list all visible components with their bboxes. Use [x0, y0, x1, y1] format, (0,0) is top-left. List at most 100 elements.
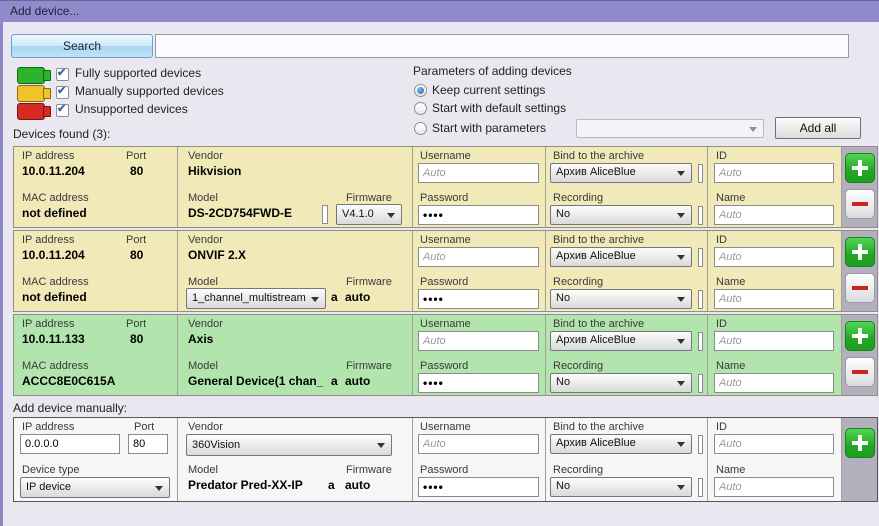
recording-value: No — [556, 480, 570, 492]
parameters-combobox[interactable] — [576, 119, 764, 138]
id-input[interactable] — [714, 163, 834, 183]
clipped-control — [698, 206, 703, 225]
vendor-combobox-value: 360Vision — [192, 439, 240, 451]
device-type-combobox[interactable]: IP device — [20, 477, 170, 498]
bind-archive-value: Архив AliceBlue — [556, 437, 636, 449]
column-vendor-model: Vendor 360Vision Model Firmware Predator… — [177, 418, 412, 501]
password-input[interactable] — [418, 477, 539, 497]
filter-checkbox-fully-supported[interactable]: ✔ — [56, 68, 69, 81]
port-label: Port — [126, 234, 146, 246]
id-input[interactable] — [714, 247, 834, 267]
radio-start-with-parameters[interactable] — [414, 122, 427, 135]
firmware-label: Firmware — [346, 192, 392, 204]
chevron-down-icon — [155, 486, 163, 491]
camera-icon-green — [17, 67, 45, 84]
model-combobox-value: 1_channel_multistream — [192, 292, 306, 304]
ip-address-label: IP address — [22, 234, 74, 246]
name-input[interactable] — [714, 289, 834, 309]
column-address: IP address Port 10.0.11.204 80 MAC addre… — [14, 231, 177, 311]
port-value: 80 — [130, 248, 143, 262]
recording-combobox[interactable]: No — [550, 289, 692, 309]
recording-combobox[interactable]: No — [550, 205, 692, 225]
camera-icon-yellow — [17, 85, 45, 102]
chevron-down-icon — [387, 213, 395, 218]
id-input[interactable] — [714, 331, 834, 351]
model-label: Model — [188, 360, 218, 372]
model-combobox[interactable]: 1_channel_multistream — [186, 288, 326, 309]
name-input[interactable] — [714, 373, 834, 393]
column-credentials: Username Password — [412, 418, 545, 501]
remove-device-button[interactable] — [845, 357, 875, 387]
username-input[interactable] — [418, 247, 539, 267]
ip-address-label: IP address — [22, 318, 74, 330]
id-label: ID — [716, 234, 727, 246]
column-vendor-model: Vendor Hikvision Model Firmware DS-2CD75… — [177, 147, 412, 227]
radio-start-default-settings[interactable] — [414, 102, 427, 115]
username-input[interactable] — [418, 331, 539, 351]
port-value: 80 — [130, 332, 143, 346]
add-all-button[interactable]: Add all — [775, 117, 861, 139]
column-vendor-model: Vendor ONVIF 2.X Model Firmware 1_channe… — [177, 231, 412, 311]
column-archive: Bind to the archive Архив AliceBlue Reco… — [545, 418, 707, 501]
column-identity: ID Name — [707, 231, 841, 311]
remove-device-button[interactable] — [845, 189, 875, 219]
firmware-combobox[interactable]: V4.1.0 — [336, 204, 402, 225]
add-device-button[interactable] — [845, 237, 875, 267]
search-button[interactable]: Search — [11, 34, 153, 58]
column-archive: Bind to the archive Архив AliceBlue Reco… — [545, 231, 707, 311]
filter-checkbox-manually-supported[interactable]: ✔ — [56, 86, 69, 99]
column-archive: Bind to the archive Архив AliceBlue Reco… — [545, 147, 707, 227]
chevron-down-icon — [677, 442, 685, 447]
device-row: IP address Port 10.0.11.204 80 MAC addre… — [13, 146, 878, 228]
vendor-combobox[interactable]: 360Vision — [186, 434, 392, 456]
id-input[interactable] — [714, 434, 834, 454]
add-device-button[interactable] — [845, 321, 875, 351]
id-label: ID — [716, 150, 727, 162]
firmware-value: auto — [345, 290, 370, 304]
column-credentials: Username Password — [412, 147, 545, 227]
search-input[interactable] — [155, 34, 849, 58]
device-type-value: IP device — [26, 481, 71, 493]
ip-address-value: 10.0.11.204 — [22, 248, 85, 262]
chevron-down-icon — [677, 213, 685, 218]
mac-address-value: not defined — [22, 206, 87, 220]
chevron-down-icon — [749, 127, 757, 132]
password-input[interactable] — [418, 373, 539, 393]
model-value: Predator Pred-XX-IP — [188, 478, 303, 492]
remove-device-button[interactable] — [845, 273, 875, 303]
bind-archive-combobox[interactable]: Архив AliceBlue — [550, 247, 692, 267]
port-label: Port — [126, 318, 146, 330]
username-input[interactable] — [418, 434, 539, 454]
recording-value: No — [556, 208, 570, 220]
bind-archive-combobox[interactable]: Архив AliceBlue — [550, 434, 692, 454]
port-input[interactable] — [128, 434, 168, 454]
add-device-button[interactable] — [845, 428, 875, 458]
name-label: Name — [716, 276, 745, 288]
bind-archive-combobox[interactable]: Архив AliceBlue — [550, 331, 692, 351]
firmware-prefix-text: a — [328, 478, 335, 492]
password-label: Password — [420, 276, 468, 288]
filter-label-fully-supported: Fully supported devices — [75, 66, 201, 80]
vendor-label: Vendor — [188, 234, 223, 246]
name-input[interactable] — [714, 205, 834, 225]
dialog-titlebar[interactable]: Add device... — [0, 0, 879, 22]
bind-archive-combobox[interactable]: Архив AliceBlue — [550, 163, 692, 183]
firmware-label: Firmware — [346, 360, 392, 372]
chevron-down-icon — [377, 443, 385, 448]
column-actions — [841, 147, 877, 227]
filter-checkbox-unsupported[interactable]: ✔ — [56, 104, 69, 117]
password-input[interactable] — [418, 289, 539, 309]
clipped-control — [698, 374, 703, 393]
radio-keep-current-settings[interactable] — [414, 84, 427, 97]
ip-address-input[interactable] — [20, 434, 120, 454]
add-device-button[interactable] — [845, 153, 875, 183]
recording-combobox[interactable]: No — [550, 373, 692, 393]
column-credentials: Username Password — [412, 315, 545, 395]
recording-combobox[interactable]: No — [550, 477, 692, 497]
name-input[interactable] — [714, 477, 834, 497]
username-input[interactable] — [418, 163, 539, 183]
password-input[interactable] — [418, 205, 539, 225]
camera-lens — [43, 70, 51, 81]
vendor-label: Vendor — [188, 421, 223, 433]
firmware-value: auto — [345, 374, 370, 388]
